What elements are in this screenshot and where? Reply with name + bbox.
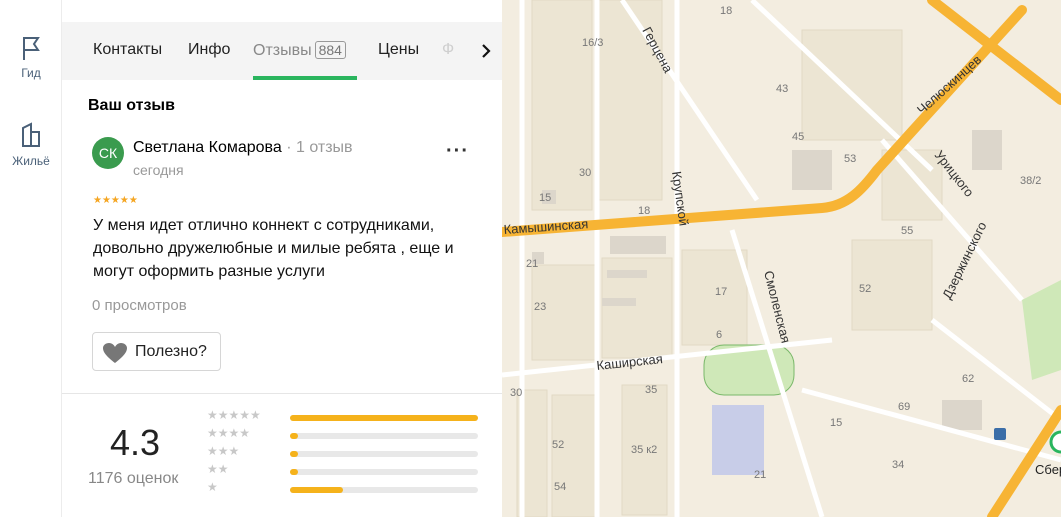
rail-item-housing[interactable]: Жильё bbox=[0, 120, 62, 168]
bus-stop-icon[interactable] bbox=[994, 428, 1006, 440]
divider bbox=[62, 393, 502, 394]
histogram-fill bbox=[290, 469, 298, 475]
review-views: 0 просмотров bbox=[92, 297, 187, 314]
flag-icon bbox=[23, 37, 40, 60]
ratings-count: 1176 оценок bbox=[88, 470, 179, 487]
svg-text:15: 15 bbox=[539, 192, 551, 204]
rail-item-guide[interactable]: Гид bbox=[0, 34, 62, 80]
svg-text:21: 21 bbox=[526, 258, 538, 270]
histogram-stars: ★★ bbox=[207, 462, 229, 476]
histogram-fill bbox=[290, 487, 343, 493]
heart-icon bbox=[103, 343, 127, 363]
map-canvas[interactable]: Камышинская Герцена Крупской Смоленская … bbox=[497, 0, 1061, 517]
histogram-bar bbox=[290, 451, 478, 457]
svg-text:52: 52 bbox=[552, 439, 564, 451]
histogram-fill bbox=[290, 433, 298, 439]
svg-text:21: 21 bbox=[754, 469, 766, 481]
histogram-fill bbox=[290, 415, 478, 421]
review-text: У меня идет отлично коннект с сотрудника… bbox=[93, 217, 454, 280]
histogram-stars: ★★★★★ bbox=[207, 408, 261, 422]
svg-text:35 к2: 35 к2 bbox=[631, 444, 657, 456]
svg-text:34: 34 bbox=[892, 459, 904, 471]
svg-text:54: 54 bbox=[554, 481, 566, 493]
tab-bar: Контакты Инфо Отзывы 884 Цены Ф bbox=[62, 22, 502, 80]
tab-info[interactable]: Инфо bbox=[188, 41, 230, 59]
useful-button[interactable]: Полезно? bbox=[92, 332, 221, 371]
svg-text:55: 55 bbox=[901, 225, 913, 237]
author-review-count: 1 отзыв bbox=[296, 139, 353, 156]
histogram-stars: ★ bbox=[207, 480, 218, 494]
histogram-bar bbox=[290, 415, 478, 421]
histogram-stars: ★★★★ bbox=[207, 426, 251, 440]
overall-rating: 4.3 bbox=[110, 422, 161, 463]
svg-text:38/2: 38/2 bbox=[1020, 175, 1041, 187]
svg-text:23: 23 bbox=[534, 301, 546, 313]
svg-text:53: 53 bbox=[844, 153, 856, 165]
review-date: сегодня bbox=[133, 162, 184, 178]
svg-text:43: 43 bbox=[776, 83, 788, 95]
active-tab-indicator bbox=[253, 76, 357, 80]
building-icon bbox=[22, 122, 40, 147]
svg-text:62: 62 bbox=[962, 373, 974, 385]
review-stars: ★★★★★ bbox=[93, 195, 138, 206]
more-options-button[interactable]: ··· bbox=[446, 140, 469, 163]
svg-text:30: 30 bbox=[510, 387, 522, 399]
poi-label[interactable]: Сбер bbox=[1035, 462, 1061, 477]
histogram-bar bbox=[290, 469, 478, 475]
author-meta-dot: · bbox=[286, 139, 296, 156]
section-title: Ваш отзыв bbox=[88, 97, 175, 114]
review-author[interactable]: Светлана Комарова · 1 отзыв bbox=[133, 139, 353, 157]
school-building bbox=[712, 405, 764, 475]
svg-text:69: 69 bbox=[898, 401, 910, 413]
org-panel: Контакты Инфо Отзывы 884 Цены Ф Ваш отзыв… bbox=[62, 0, 502, 517]
tab-contacts[interactable]: Контакты bbox=[93, 41, 162, 59]
map-view[interactable]: Камышинская Герцена Крупской Смоленская … bbox=[497, 0, 1061, 517]
left-rail: Гид Жильё bbox=[0, 0, 62, 517]
histogram-bar bbox=[290, 487, 478, 493]
histogram-stars: ★★★ bbox=[207, 444, 240, 458]
tab-faded: Ф bbox=[442, 41, 455, 58]
tab-reviews[interactable]: Отзывы 884 bbox=[253, 41, 346, 60]
sber-poi-icon[interactable] bbox=[1049, 430, 1061, 454]
tabs-next-button[interactable] bbox=[467, 22, 502, 80]
svg-text:15: 15 bbox=[830, 417, 842, 429]
tab-prices[interactable]: Цены bbox=[378, 41, 419, 59]
rail-item-label: Жильё bbox=[12, 154, 50, 168]
svg-text:18: 18 bbox=[638, 205, 650, 217]
svg-text:16/3: 16/3 bbox=[582, 37, 603, 49]
svg-text:45: 45 bbox=[792, 131, 804, 143]
svg-text:18: 18 bbox=[720, 5, 732, 17]
chevron-right-icon bbox=[482, 44, 491, 58]
svg-text:52: 52 bbox=[859, 283, 871, 295]
useful-label: Полезно? bbox=[135, 343, 207, 360]
svg-text:17: 17 bbox=[715, 286, 727, 298]
rail-item-label: Гид bbox=[21, 66, 41, 80]
svg-text:6: 6 bbox=[716, 329, 722, 341]
tab-label: Отзывы bbox=[253, 42, 312, 59]
avatar[interactable]: СК bbox=[92, 137, 124, 169]
reviews-count-badge: 884 bbox=[314, 41, 346, 59]
svg-text:35: 35 bbox=[645, 384, 657, 396]
histogram-fill bbox=[290, 451, 298, 457]
author-name[interactable]: Светлана Комарова bbox=[133, 139, 282, 156]
histogram-bar bbox=[290, 433, 478, 439]
svg-text:30: 30 bbox=[579, 167, 591, 179]
